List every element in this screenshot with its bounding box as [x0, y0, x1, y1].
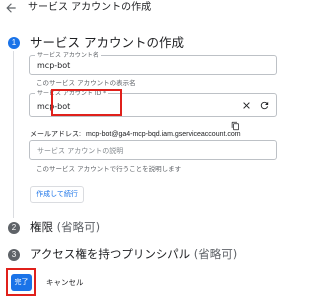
arrow-back-icon[interactable] — [4, 1, 18, 15]
done-button[interactable]: 完了 — [11, 274, 32, 291]
step-3-number: 3 — [8, 249, 20, 261]
header: サービス アカウントの作成 — [0, 0, 290, 16]
create-service-account-page: サービス アカウントの作成 1 サービス アカウントの作成 サービス アカウント… — [0, 0, 290, 300]
step-2-number: 2 — [8, 222, 20, 234]
service-account-description-field[interactable]: サービス アカウントの説明 — [29, 140, 277, 160]
step-1-title: サービス アカウントの作成 — [30, 35, 184, 50]
email-label: メールアドレス: — [30, 131, 81, 138]
create-and-continue-button[interactable]: 作成して続行 — [30, 186, 84, 203]
email-value: mcp-bot@ga4-mcp-bqd.iam.gserviceaccount.… — [86, 131, 241, 138]
step-2-label: 権限 — [30, 220, 53, 234]
cancel-button[interactable]: キャンセル — [46, 278, 84, 287]
service-account-description-placeholder[interactable]: サービス アカウントの説明 — [37, 146, 123, 156]
step-3-title[interactable]: アクセス権を持つプリンシパル (省略可) — [30, 247, 237, 261]
step-1-number: 1 — [8, 37, 20, 49]
service-account-description-hint: このサービス アカウントで行うことを説明します — [36, 165, 182, 173]
step-2-optional: (省略可) — [56, 220, 101, 234]
step-3-optional: (省略可) — [193, 247, 238, 261]
copy-icon[interactable] — [231, 121, 240, 131]
page-title: サービス アカウントの作成 — [28, 2, 152, 13]
refresh-icon[interactable] — [259, 100, 270, 111]
service-account-name-hint: このサービス アカウントの表示名 — [36, 79, 136, 87]
service-account-name-label: サービス アカウント名 — [35, 52, 101, 59]
stepper-line — [13, 51, 14, 218]
step-2-title[interactable]: 権限 (省略可) — [30, 220, 100, 234]
step-3-label: アクセス権を持つプリンシパル — [30, 247, 191, 261]
service-account-name-value[interactable]: mcp-bot — [37, 61, 70, 71]
close-icon[interactable] — [241, 100, 252, 111]
service-account-name-field[interactable]: サービス アカウント名 mcp-bot — [29, 52, 277, 75]
email-row: メールアドレス: mcp-bot@ga4-mcp-bqd.iam.gservic… — [30, 121, 241, 138]
id-highlight-box — [51, 89, 122, 116]
